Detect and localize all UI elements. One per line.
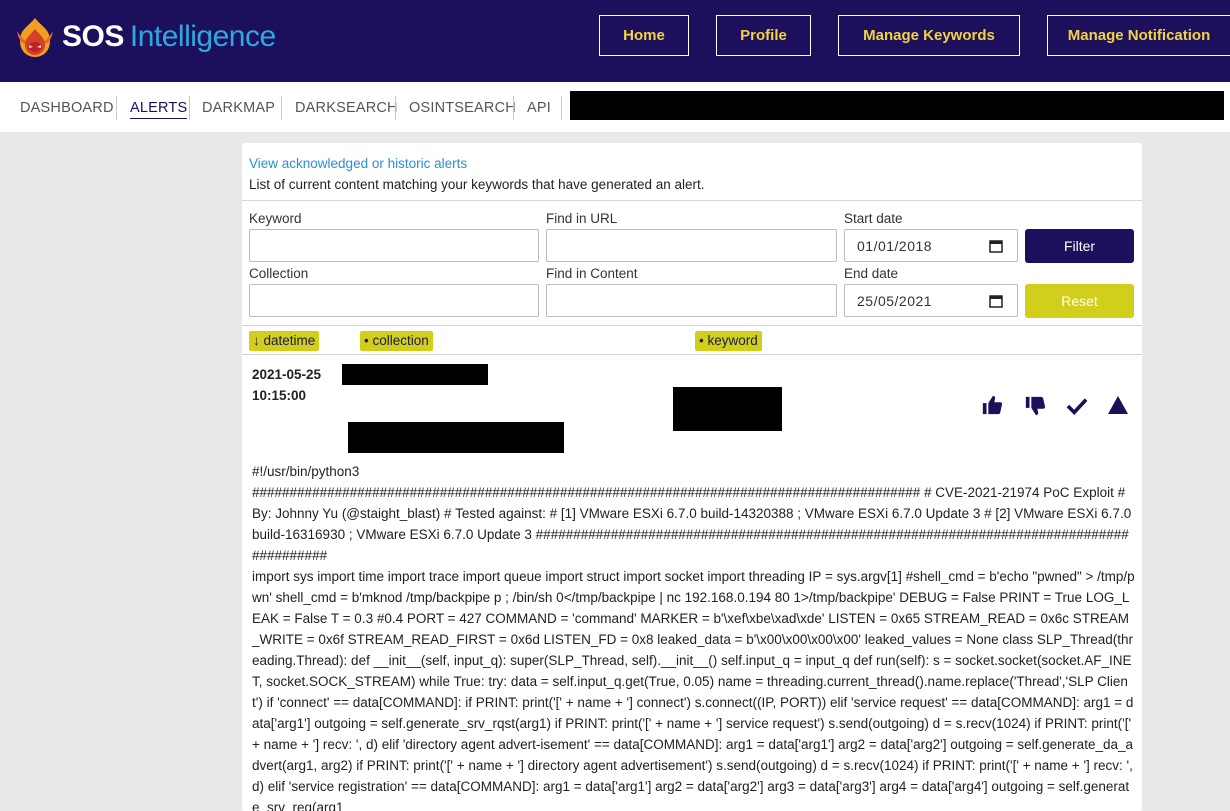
redacted-block (570, 91, 1224, 120)
calendar-icon[interactable] (989, 239, 1003, 253)
end-date-label: End date (844, 266, 899, 281)
content-line: ########################################… (252, 485, 1132, 563)
alerts-intro: View acknowledged or historic alerts Lis… (249, 153, 705, 195)
subnav-item-alerts[interactable]: ALERTS (130, 100, 188, 119)
sub-navigation: DASHBOARD ALERTS DARKMAP DARKSEARCH OSIN… (0, 82, 1230, 132)
manage-keywords-button[interactable]: Manage Keywords (838, 15, 1020, 56)
triangle-up-icon[interactable] (1108, 396, 1128, 414)
profile-button[interactable]: Profile (716, 15, 811, 56)
sort-collection-chip[interactable]: • collection (360, 331, 433, 351)
redacted-block (348, 422, 564, 453)
reset-button[interactable]: Reset (1025, 284, 1134, 318)
logo-sos-text: SOS (62, 20, 124, 53)
divider (242, 354, 1142, 355)
subnav-divider (281, 96, 282, 120)
end-date-value: 25/05/2021 (857, 293, 933, 309)
find-url-label: Find in URL (546, 211, 618, 226)
home-button[interactable]: Home (599, 15, 689, 56)
subnav-item-darkmap[interactable]: DARKMAP (202, 100, 275, 116)
subnav-item-osintsearch[interactable]: OSINTSEARCH (409, 100, 516, 116)
redacted-block (342, 364, 488, 385)
sort-keyword-chip[interactable]: • keyword (695, 331, 762, 351)
end-date-input[interactable]: 25/05/2021 (844, 284, 1018, 317)
subnav-divider (513, 96, 514, 120)
start-date-input[interactable]: 01/01/2018 (844, 229, 1018, 262)
subnav-divider (561, 96, 562, 120)
alerts-panel: View acknowledged or historic alerts Lis… (242, 143, 1142, 811)
redacted-block (673, 387, 782, 431)
find-content-input[interactable] (546, 284, 837, 317)
divider (242, 325, 1142, 326)
sort-datetime-chip[interactable]: ↓ datetime (249, 331, 320, 351)
find-content-label: Find in Content (546, 266, 638, 281)
logo[interactable]: SOS Intelligence (14, 15, 276, 59)
flame-logo-icon (17, 18, 53, 57)
keyword-label: Keyword (249, 211, 302, 226)
historic-alerts-link[interactable]: View acknowledged or historic alerts (249, 153, 705, 174)
filter-button[interactable]: Filter (1025, 229, 1134, 263)
subnav-divider (395, 96, 396, 120)
start-date-label: Start date (844, 211, 903, 226)
checkmark-icon[interactable] (1066, 396, 1088, 416)
subnav-item-darksearch[interactable]: DARKSEARCH (295, 100, 398, 116)
thumbs-down-icon[interactable] (1024, 395, 1046, 417)
start-date-value: 01/01/2018 (857, 238, 933, 254)
content-line: #!/usr/bin/python3 (252, 464, 360, 479)
collection-input[interactable] (249, 284, 539, 317)
top-header: SOS Intelligence Home Profile Manage Keyw… (0, 0, 1230, 82)
thumbs-up-icon[interactable] (981, 394, 1003, 416)
calendar-icon[interactable] (989, 294, 1003, 308)
logo-text: SOS Intelligence (62, 15, 276, 59)
alert-time: 10:15:00 (252, 388, 307, 403)
logo-intelligence-text: Intelligence (129, 20, 276, 53)
subnav-divider (116, 96, 117, 120)
subnav-item-api[interactable]: API (527, 100, 551, 116)
alerts-description: List of current content matching your ke… (249, 177, 705, 192)
keyword-input[interactable] (249, 229, 539, 262)
divider (242, 200, 1142, 201)
alert-content: #!/usr/bin/python3 #####################… (252, 461, 1136, 811)
content-line: import sys import time import trace impo… (252, 569, 1135, 811)
alert-date: 2021-05-25 (252, 367, 322, 382)
subnav-item-dashboard[interactable]: DASHBOARD (20, 100, 114, 116)
find-url-input[interactable] (546, 229, 837, 262)
manage-notification-button[interactable]: Manage Notification (1047, 15, 1230, 56)
subnav-divider (189, 96, 190, 120)
collection-label: Collection (249, 266, 309, 281)
